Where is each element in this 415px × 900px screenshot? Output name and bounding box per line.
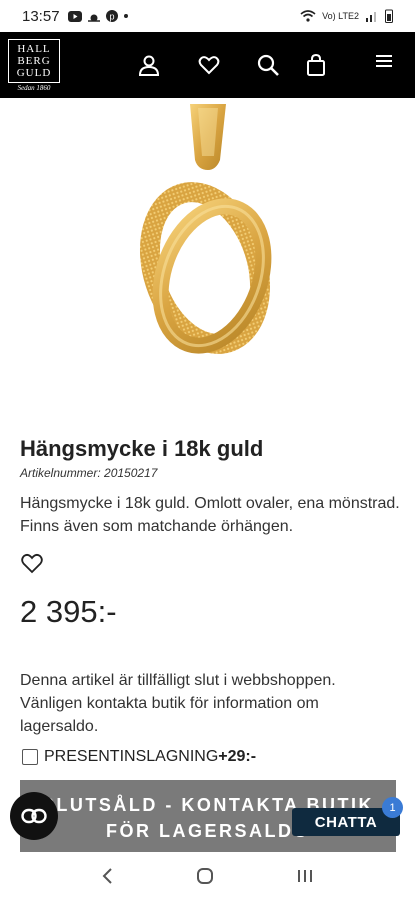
logo-line: HALL: [17, 43, 51, 55]
chat-bubble-button[interactable]: [10, 792, 58, 840]
logo-line: GULD: [16, 67, 52, 79]
user-icon[interactable]: [138, 54, 160, 76]
logo-box: HALL BERG GULD: [8, 39, 60, 83]
site-header: HALL BERG GULD Sedan 1860: [0, 32, 415, 98]
status-bar: 13:57 p Vo) LTE2: [0, 0, 415, 32]
heart-icon[interactable]: [198, 54, 220, 76]
logo-line: BERG: [17, 55, 51, 67]
wishlist-heart-icon[interactable]: [20, 552, 44, 574]
pinterest-icon: p: [105, 10, 118, 22]
dot-icon: [123, 14, 128, 18]
stock-notice: Denna artikel är tillfälligt slut i webb…: [20, 672, 336, 735]
network-label: Vo) LTE2: [322, 11, 359, 21]
gift-wrap-checkbox[interactable]: [22, 749, 38, 765]
home-icon[interactable]: [196, 867, 214, 885]
back-icon[interactable]: [101, 867, 115, 885]
product-image[interactable]: [0, 98, 415, 398]
article-number: Artikelnummer: 20150217: [20, 466, 158, 480]
hamburger-icon[interactable]: [373, 52, 395, 74]
status-time: 13:57: [22, 7, 60, 25]
product-description: Hängsmycke i 18k guld. Omlott ovaler, en…: [20, 495, 400, 535]
chat-logo-icon: [21, 808, 47, 824]
chat-badge: 1: [382, 797, 403, 818]
logo-tagline: Sedan 1860: [17, 84, 51, 92]
signal-icon: [366, 12, 376, 22]
svg-text:p: p: [109, 12, 114, 22]
hallberg-guld-logo[interactable]: HALL BERG GULD Sedan 1860: [8, 39, 60, 92]
battery-icon: [385, 9, 393, 23]
product-price: 2 395:-: [20, 594, 117, 629]
gift-wrap-label: PRESENTINSLAGNING: [44, 748, 219, 765]
youtube-icon: [67, 10, 82, 22]
weather-icon: [87, 14, 100, 22]
product-title: Hängsmycke i 18k guld: [20, 436, 264, 461]
system-icons: Vo) LTE2: [300, 9, 393, 23]
gift-wrap-price: +29:-: [218, 748, 257, 765]
bag-icon[interactable]: [305, 54, 327, 76]
gift-wrap-option[interactable]: PRESENTINSLAGNING +29:-: [22, 748, 256, 766]
wifi-icon: [300, 10, 316, 22]
android-nav-bar: [0, 852, 415, 900]
search-icon[interactable]: [257, 54, 279, 76]
notification-icons: p: [67, 10, 129, 22]
recents-icon[interactable]: [296, 867, 314, 885]
